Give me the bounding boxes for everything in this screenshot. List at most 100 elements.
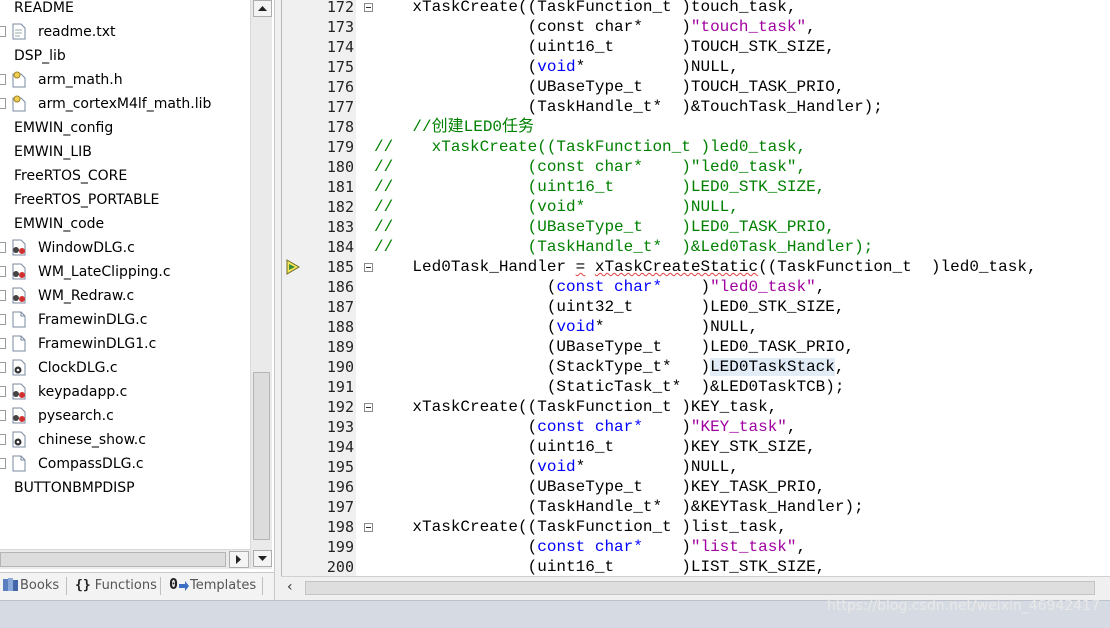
fold-toggle-icon[interactable] bbox=[364, 523, 373, 532]
code-line[interactable]: xTaskCreate((TaskFunction_t )list_task, bbox=[374, 517, 786, 537]
tree-expander-icon[interactable] bbox=[0, 290, 6, 301]
tree-expander-icon[interactable] bbox=[0, 362, 6, 373]
c-file-gear-icon bbox=[12, 431, 26, 448]
fold-toggle-icon[interactable] bbox=[364, 263, 373, 272]
code-line[interactable]: (void* )NULL, bbox=[374, 457, 739, 477]
tree-item-label: WM_Redraw.c bbox=[38, 288, 135, 304]
tab-functions[interactable]: {} Functions bbox=[75, 575, 157, 597]
tab-templates[interactable]: 0 Templates bbox=[168, 575, 256, 597]
tree-expander-icon[interactable] bbox=[0, 266, 6, 277]
scroll-up-button[interactable] bbox=[253, 0, 272, 17]
code-line[interactable]: (const char* )"touch_task", bbox=[374, 17, 816, 37]
tree-horizontal-scroll-thumb[interactable] bbox=[0, 552, 226, 567]
editor-horizontal-scroll-thumb[interactable] bbox=[305, 581, 1095, 595]
code-line[interactable]: // (TaskHandle_t* )&Led0Task_Handler); bbox=[374, 237, 873, 257]
arrow-up-icon bbox=[258, 6, 267, 11]
tree-expander-icon[interactable] bbox=[0, 26, 6, 37]
line-number: 193 bbox=[326, 418, 354, 436]
code-token: (UBaseType_t )KEY_TASK_PRIO, bbox=[374, 478, 826, 496]
code-line[interactable]: (const char* )"led0_task", bbox=[374, 277, 825, 297]
line-number: 190 bbox=[326, 358, 354, 376]
code-token: (uint16_t )TOUCH_STK_SIZE, bbox=[374, 38, 835, 56]
tree-vertical-scroll-thumb[interactable] bbox=[253, 372, 270, 540]
project-tabs: Books {} Functions 0 Templates bbox=[0, 572, 274, 601]
code-line[interactable]: xTaskCreate((TaskFunction_t )KEY_task, bbox=[374, 397, 777, 417]
tree-expander-icon[interactable] bbox=[0, 386, 6, 397]
code-keyword: void bbox=[537, 458, 576, 476]
tree-expander-icon[interactable] bbox=[0, 338, 6, 349]
tree-expander-icon[interactable] bbox=[0, 434, 6, 445]
line-number: 175 bbox=[326, 58, 354, 76]
tree-item-label: DSP_lib bbox=[14, 48, 66, 64]
current-line-arrow-icon bbox=[286, 259, 300, 275]
code-line[interactable]: (TaskHandle_t* )&TouchTask_Handler); bbox=[374, 97, 883, 117]
code-line[interactable]: (void* )NULL, bbox=[374, 317, 758, 337]
code-line[interactable]: (uint32_t )LED0_STK_SIZE, bbox=[374, 297, 845, 317]
code-line[interactable]: // (void* )NULL, bbox=[374, 197, 739, 217]
tree-vertical-scrollbar[interactable] bbox=[250, 0, 272, 569]
code-line[interactable]: (StaticTask_t* )&LED0TaskTCB); bbox=[374, 377, 845, 397]
line-number: 187 bbox=[326, 298, 354, 316]
code-token: xTaskCreate((TaskFunction_t )KEY_task, bbox=[374, 398, 778, 416]
code-token: ( bbox=[374, 58, 538, 76]
code-line[interactable]: (const char* )"KEY_task", bbox=[374, 417, 797, 437]
line-number: 199 bbox=[326, 538, 354, 556]
code-editor[interactable]: 172 173 174 175 176 177 178 179 180 181 182 183 184 1… bbox=[281, 0, 1110, 576]
tree-item-label: FramewinDLG.c bbox=[38, 312, 148, 328]
books-icon bbox=[3, 578, 18, 591]
tab-books[interactable]: Books bbox=[2, 575, 59, 597]
code-line[interactable]: (UBaseType_t )TOUCH_TASK_PRIO, bbox=[374, 77, 845, 97]
fold-toggle-icon[interactable] bbox=[364, 403, 373, 412]
tree-item-label: FreeRTOS_PORTABLE bbox=[14, 192, 160, 208]
c-file-gear-icon bbox=[12, 359, 26, 376]
line-number-gutter: 172 173 174 175 176 177 178 179 180 181 182 183 184 1… bbox=[302, 0, 356, 576]
tree-expander-icon[interactable] bbox=[0, 314, 6, 325]
tree-expander-icon[interactable] bbox=[0, 98, 6, 109]
code-line[interactable]: (const char* )"list_task", bbox=[374, 537, 806, 557]
tree-expander-icon[interactable] bbox=[0, 410, 6, 421]
code-line[interactable]: // (uint16_t )LED0_STK_SIZE, bbox=[374, 177, 825, 197]
arrow-down-icon bbox=[258, 556, 267, 561]
text-file-icon bbox=[12, 23, 26, 40]
code-line[interactable]: (TaskHandle_t* )&KEYTask_Handler); bbox=[374, 497, 864, 517]
fold-toggle-icon[interactable] bbox=[364, 3, 373, 12]
code-token: ) bbox=[642, 418, 691, 436]
tab-separator bbox=[66, 577, 67, 595]
code-line[interactable]: Led0Task_Handler = xTaskCreateStatic((Ta… bbox=[374, 257, 1036, 277]
code-token: ( bbox=[374, 458, 538, 476]
code-line[interactable]: (UBaseType_t )LED0_TASK_PRIO, bbox=[374, 337, 854, 357]
editor-horizontal-scrollbar[interactable]: ‹ bbox=[281, 576, 1110, 599]
c-file-error-icon bbox=[12, 239, 26, 256]
code-line[interactable]: // xTaskCreate((TaskFunction_t )led0_tas… bbox=[374, 137, 806, 157]
line-number: 194 bbox=[326, 438, 354, 456]
code-string: "led0_task" bbox=[710, 278, 816, 296]
tree-expander-icon[interactable] bbox=[0, 74, 6, 85]
tree-horizontal-scrollbar[interactable] bbox=[0, 549, 250, 569]
tree-item-label: arm_cortexM4lf_math.lib bbox=[38, 96, 212, 112]
code-line[interactable]: // (UBaseType_t )LED0_TASK_PRIO, bbox=[374, 217, 835, 237]
c-file-icon bbox=[12, 455, 26, 472]
code-line[interactable]: (void* )NULL, bbox=[374, 57, 739, 77]
tree-expander-icon[interactable] bbox=[0, 242, 6, 253]
code-line[interactable]: (StackType_t* )LED0TaskStack, bbox=[374, 357, 845, 377]
line-number: 183 bbox=[326, 218, 354, 236]
scroll-left-icon[interactable]: ‹ bbox=[287, 579, 293, 595]
tree-item-label: chinese_show.c bbox=[38, 432, 146, 448]
code-token: Led0Task_Handler bbox=[374, 258, 576, 276]
project-tree: README readme.txt DSP_lib arm_math.h arm_cor… bbox=[0, 0, 248, 548]
code-line[interactable]: //创建LED0任务 bbox=[374, 117, 534, 137]
scroll-down-button[interactable] bbox=[253, 550, 272, 567]
code-line[interactable]: (uint16_t )LIST_STK_SIZE, bbox=[374, 557, 826, 576]
line-number: 174 bbox=[326, 38, 354, 56]
code-line[interactable]: (UBaseType_t )KEY_TASK_PRIO, bbox=[374, 477, 826, 497]
line-number: 191 bbox=[326, 378, 354, 396]
code-line[interactable]: (uint16_t )TOUCH_STK_SIZE, bbox=[374, 37, 835, 57]
scroll-right-button[interactable] bbox=[229, 551, 249, 568]
code-line[interactable]: // (const char* )"led0_task", bbox=[374, 157, 806, 177]
tree-expander-icon[interactable] bbox=[0, 458, 6, 469]
code-token: * )NULL, bbox=[575, 458, 739, 476]
code-comment: // (void* )NULL, bbox=[374, 198, 739, 216]
code-line[interactable]: (uint16_t )KEY_STK_SIZE, bbox=[374, 437, 816, 457]
code-line[interactable]: xTaskCreate((TaskFunction_t )touch_task, bbox=[374, 0, 796, 17]
line-number: 188 bbox=[326, 318, 354, 336]
